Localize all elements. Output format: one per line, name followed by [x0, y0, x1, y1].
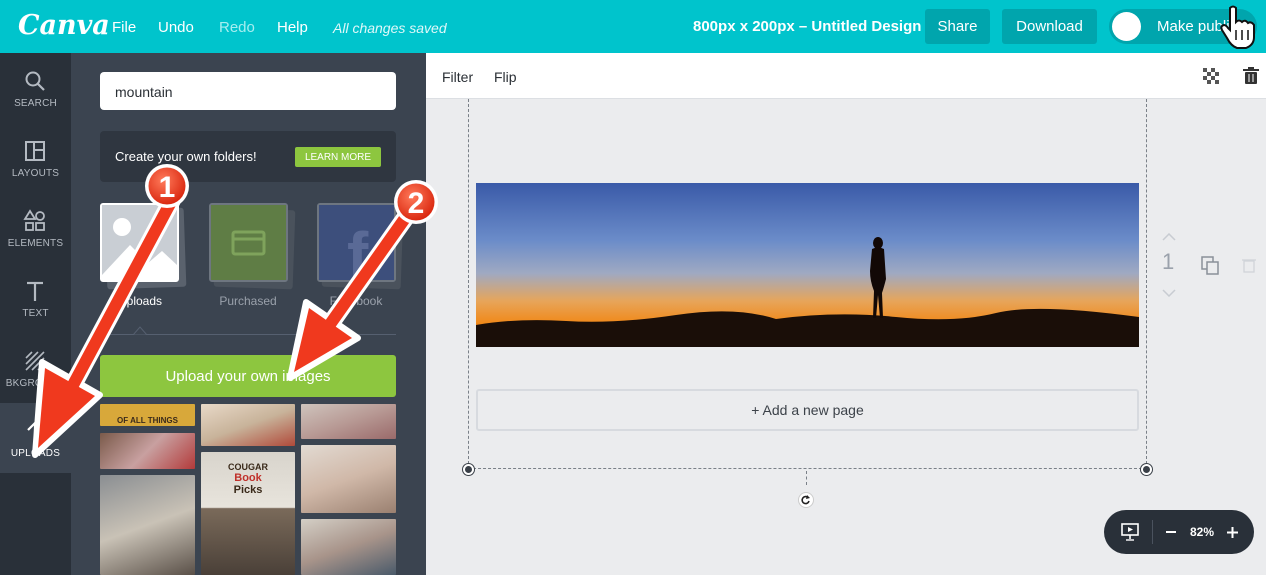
zoom-control: 82% — [1104, 510, 1254, 554]
tab-uploads[interactable] — [100, 203, 179, 282]
download-button[interactable]: Download — [1002, 9, 1097, 44]
folders-promo: Create your own folders! LEARN MORE — [100, 131, 396, 182]
canva-logo[interactable]: Canva — [18, 10, 110, 41]
learn-more-button[interactable]: LEARN MORE — [295, 147, 381, 167]
upload-thumbnail[interactable]: OF ALL THINGS — [100, 404, 195, 426]
active-tab-pointer — [133, 326, 147, 335]
canvas-toolbar: Filter Flip — [426, 53, 1266, 99]
menu-undo[interactable]: Undo — [158, 19, 194, 36]
toggle-knob — [1112, 12, 1141, 41]
share-button[interactable]: Share — [925, 9, 990, 44]
add-page-button[interactable]: + Add a new page — [476, 389, 1139, 431]
upload-thumbnail[interactable] — [301, 445, 396, 513]
upload-thumbnail[interactable] — [301, 404, 396, 439]
background-icon — [25, 351, 45, 371]
menu-redo[interactable]: Redo — [219, 19, 255, 36]
thumbnail-caption: Book — [234, 472, 262, 484]
rail-label: ELEMENTS — [7, 238, 64, 249]
upload-arrow-icon — [27, 421, 43, 441]
thumbnail-caption: Picks — [233, 484, 263, 496]
tab-label-uploads[interactable]: Uploads — [90, 294, 190, 308]
rail-label: BKGROUND — [5, 378, 66, 389]
tab-purchased[interactable] — [209, 203, 288, 282]
upload-images-button[interactable]: Upload your own images — [100, 355, 396, 397]
menu-file[interactable]: File — [112, 19, 136, 36]
present-icon[interactable] — [1121, 523, 1139, 541]
tab-facebook[interactable]: f — [317, 203, 396, 291]
elements-icon — [23, 209, 45, 231]
rail-item-elements[interactable]: ELEMENTS — [0, 193, 71, 263]
rail-item-layouts[interactable]: LAYOUTS — [0, 123, 71, 193]
svg-text:f: f — [347, 219, 369, 280]
thumbnail-caption: COUGAR — [228, 462, 268, 472]
rail-item-background[interactable]: BKGROUND — [0, 333, 71, 403]
zoom-in-icon[interactable] — [1227, 527, 1238, 538]
design-title[interactable]: 800px x 200px – Untitled Design — [693, 18, 921, 35]
upload-thumbnail[interactable] — [100, 433, 195, 469]
search-input[interactable]: mountain — [100, 72, 396, 110]
rail-label: SEARCH — [14, 98, 57, 109]
page-number: 1 — [1162, 249, 1175, 274]
facebook-icon: f — [319, 205, 394, 291]
trash-icon[interactable] — [1242, 67, 1260, 85]
top-bar: Canva File Undo Redo Help All changes sa… — [0, 0, 1266, 53]
resize-handle[interactable] — [463, 464, 474, 475]
upload-thumbnail[interactable] — [301, 519, 396, 575]
left-rail: SEARCH LAYOUTS ELEMENTS TEXT BKGROUND UP… — [0, 53, 71, 575]
rail-item-text[interactable]: TEXT — [0, 263, 71, 333]
page-up-icon[interactable] — [1162, 233, 1176, 241]
page-down-icon[interactable] — [1162, 289, 1176, 297]
card-icon — [211, 205, 286, 280]
rail-label: TEXT — [22, 308, 49, 319]
thumbnail-caption: OF ALL THINGS — [117, 416, 178, 425]
upload-thumbnail[interactable] — [100, 475, 195, 575]
sunset-photo — [476, 183, 1139, 347]
uploads-panel: mountain Create your own folders! LEARN … — [71, 53, 426, 575]
flip-button[interactable]: Flip — [494, 69, 517, 85]
rail-item-uploads[interactable]: UPLOADS — [0, 403, 71, 473]
canvas-area: Filter Flip + Add a new page 1 82% — [426, 53, 1266, 575]
sunset-silhouette-image[interactable] — [476, 183, 1139, 347]
search-icon — [25, 71, 45, 91]
image-placeholder-icon — [102, 205, 177, 280]
hand-cursor-icon — [1220, 5, 1255, 49]
tab-label-purchased[interactable]: Purchased — [198, 294, 298, 308]
zoom-out-icon[interactable] — [1166, 528, 1176, 536]
transparency-icon[interactable] — [1202, 67, 1220, 85]
folders-text: Create your own folders! — [115, 149, 257, 164]
zoom-level: 82% — [1190, 525, 1215, 539]
rail-label: UPLOADS — [10, 448, 61, 459]
duplicate-page-icon[interactable] — [1200, 255, 1220, 275]
rail-item-search[interactable]: SEARCH — [0, 53, 71, 123]
resize-handle[interactable] — [1141, 464, 1152, 475]
upload-thumbnail[interactable] — [201, 404, 295, 446]
tab-label-facebook[interactable]: Facebook — [306, 294, 406, 308]
layouts-icon — [25, 141, 45, 161]
delete-page-icon[interactable] — [1242, 257, 1256, 273]
menu-help[interactable]: Help — [277, 19, 308, 36]
text-icon — [27, 281, 43, 301]
save-status: All changes saved — [333, 20, 447, 36]
rail-label: LAYOUTS — [11, 168, 60, 179]
upload-thumbnail[interactable]: COUGAR Book Picks — [201, 452, 295, 575]
rotate-icon[interactable] — [798, 492, 814, 508]
rotate-stem — [806, 471, 807, 485]
filter-button[interactable]: Filter — [442, 69, 473, 85]
zoom-divider — [1152, 520, 1153, 544]
